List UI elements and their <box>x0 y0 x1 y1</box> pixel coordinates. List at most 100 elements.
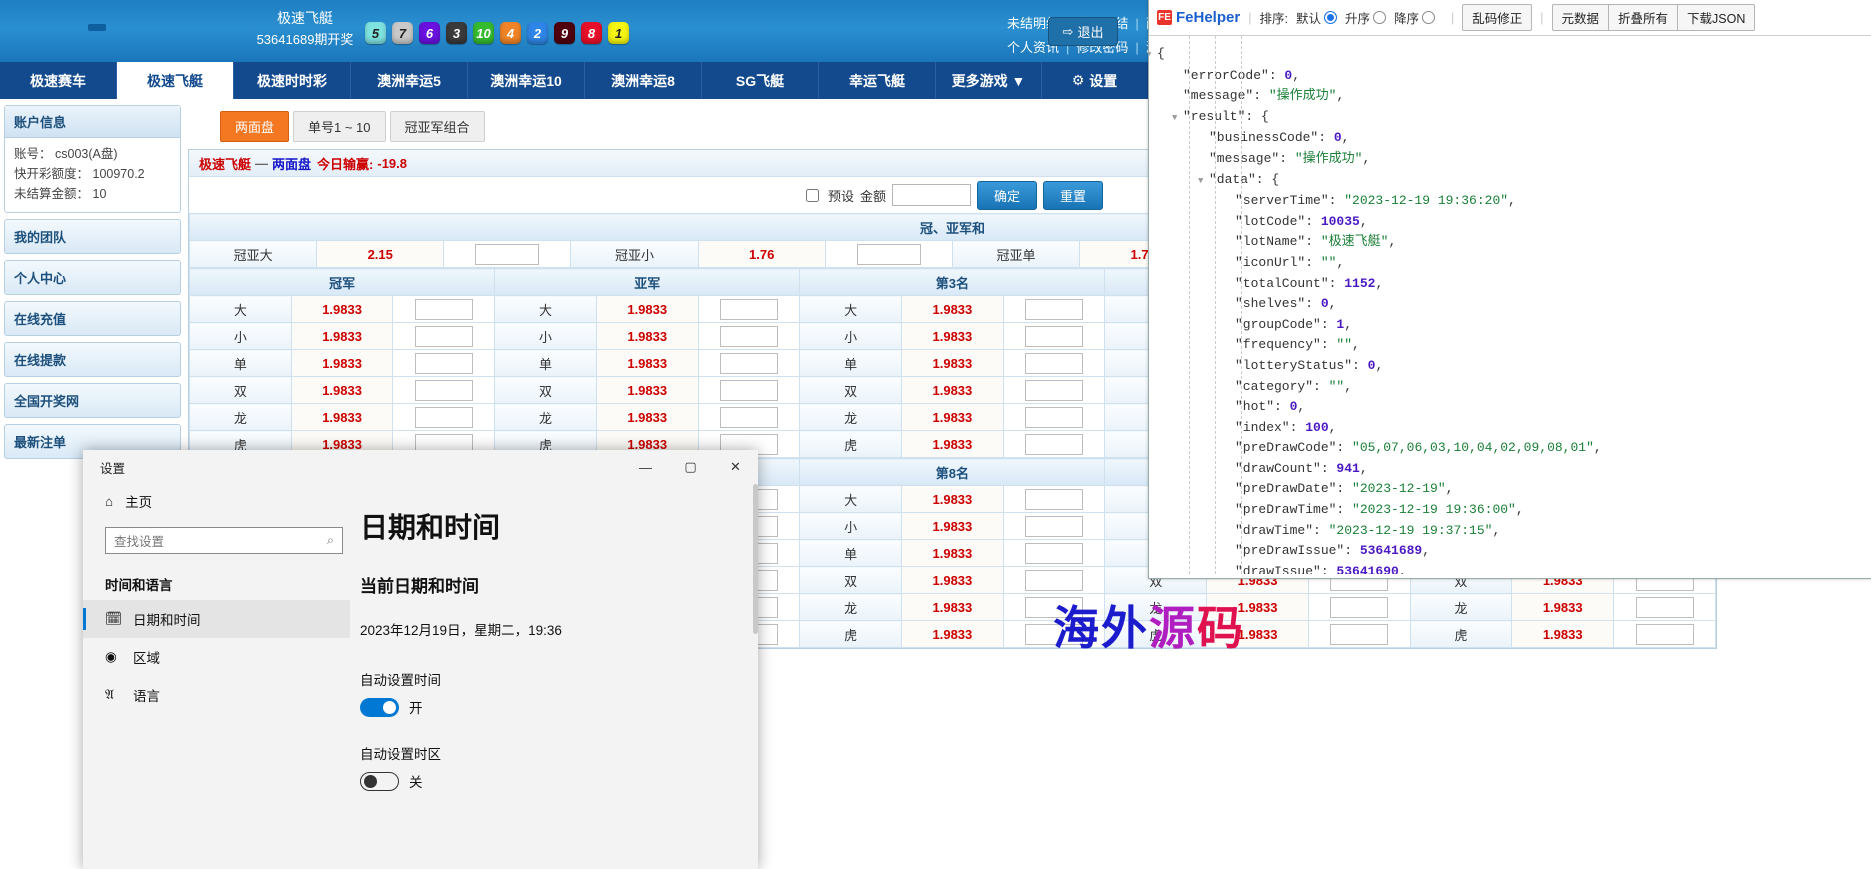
bet-input[interactable] <box>1025 542 1084 564</box>
bet-odds-亚军-小[interactable]: 1.9833 <box>595 322 699 350</box>
bet-input[interactable] <box>1330 596 1389 618</box>
sidebar-item-在线提款[interactable]: 在线提款 <box>4 342 181 377</box>
bet-input-cell-第3名-虎[interactable] <box>1002 430 1106 458</box>
bet-odds-第10名-龙[interactable]: 1.9833 <box>1511 593 1615 621</box>
bet-odds-亚军-龙[interactable]: 1.9833 <box>595 403 699 431</box>
json-collapse-toggle-icon[interactable]: ▼ <box>1149 45 1157 66</box>
bet-odds-冠军-双[interactable]: 1.9833 <box>290 376 394 404</box>
bet-input-cell-亚军-单[interactable] <box>697 349 801 377</box>
bet-odds-亚军-大[interactable]: 1.9833 <box>595 295 699 323</box>
fix-encoding-button[interactable]: 乱码修正 <box>1462 4 1533 31</box>
bet-input[interactable] <box>414 352 473 374</box>
bet-input-cell-亚军-龙[interactable] <box>697 403 801 431</box>
bet-input[interactable] <box>1025 488 1084 510</box>
bet-odds-第8名-单[interactable]: 1.9833 <box>901 539 1004 567</box>
bet-input[interactable] <box>1025 406 1084 428</box>
bet-input[interactable] <box>1025 433 1084 455</box>
amount-input[interactable] <box>892 184 971 206</box>
bet-tab-单号1 ~ 10[interactable]: 单号1 ~ 10 <box>293 111 386 142</box>
bet-input[interactable] <box>1635 623 1694 645</box>
bet-input[interactable] <box>414 298 473 320</box>
json-viewer[interactable]: ▼{"errorCode": 0,"message": "操作成功",▼"res… <box>1149 36 1871 574</box>
bet-input[interactable] <box>719 379 778 401</box>
nav-item-澳洲幸运8[interactable]: 澳洲幸运8 <box>585 62 702 99</box>
close-icon[interactable]: ✕ <box>713 450 758 484</box>
bet-odds-第3名-虎[interactable]: 1.9833 <box>901 430 1004 458</box>
nav-item-极速飞艇[interactable]: 极速飞艇 <box>117 62 234 99</box>
confirm-button[interactable]: 确定 <box>977 180 1038 210</box>
bet-input[interactable] <box>1025 379 1084 401</box>
auto-zone-toggle[interactable] <box>360 771 399 791</box>
bet-input-cell-冠军-双[interactable] <box>392 376 496 404</box>
bet-input-cell-第8名-小[interactable] <box>1002 512 1106 540</box>
radio-icon[interactable] <box>1323 11 1337 24</box>
bet-input-cell-冠军-龙[interactable] <box>392 403 496 431</box>
bet-input-cell-亚军-大[interactable] <box>697 295 801 323</box>
bet-odds-第3名-单[interactable]: 1.9833 <box>901 349 1004 377</box>
bet-input[interactable] <box>1330 623 1389 645</box>
settings-nav-item-区域[interactable]: ◉ 区域 <box>83 638 350 676</box>
nav-item-极速时时彩[interactable]: 极速时时彩 <box>234 62 351 99</box>
bet-tab-两面盘[interactable]: 两面盘 <box>220 111 290 142</box>
nav-item-澳洲幸运5[interactable]: 澳洲幸运5 <box>351 62 468 99</box>
bet-odds-第8名-龙[interactable]: 1.9833 <box>901 593 1004 621</box>
logout-button[interactable]: ⇨ 退出 <box>1048 17 1118 46</box>
bet-input[interactable] <box>1025 515 1084 537</box>
bet-odds-冠军-龙[interactable]: 1.9833 <box>290 403 394 431</box>
sort-option-默认[interactable]: 默认 <box>1296 11 1337 26</box>
bet-odds-第3名-龙[interactable]: 1.9833 <box>901 403 1004 431</box>
bet-input-cell-亚军-小[interactable] <box>697 322 801 350</box>
bet-odds-第10名-虎[interactable]: 1.9833 <box>1511 620 1615 648</box>
nav-item-极速赛车[interactable]: 极速赛车 <box>0 62 117 99</box>
bet-input[interactable] <box>414 406 473 428</box>
fehelper-button-折叠所有[interactable]: 折叠所有 <box>1608 4 1678 31</box>
sum-bet-input[interactable] <box>475 243 540 265</box>
bet-input-cell-第9名-龙[interactable] <box>1307 593 1411 621</box>
bet-odds-第8名-双[interactable]: 1.9833 <box>901 566 1004 594</box>
bet-odds-冠军-大[interactable]: 1.9833 <box>290 295 394 323</box>
settings-nav-item-日期和时间[interactable]: 🗓 日期和时间 <box>83 600 350 638</box>
settings-nav-item-语言[interactable]: 𝔄 语言 <box>83 676 350 714</box>
bet-odds-第8名-虎[interactable]: 1.9833 <box>901 620 1004 648</box>
bet-input-cell-第10名-虎[interactable] <box>1613 620 1716 648</box>
bet-odds-冠军-小[interactable]: 1.9833 <box>290 322 394 350</box>
nav-item-more-games[interactable]: 更多游戏 ▼ <box>936 62 1042 99</box>
bet-input[interactable] <box>1635 596 1694 618</box>
auto-time-toggle[interactable] <box>360 697 399 717</box>
sort-option-降序[interactable]: 降序 <box>1394 11 1435 26</box>
bet-input-cell-第10名-龙[interactable] <box>1613 593 1716 621</box>
bet-tab-冠亚军组合[interactable]: 冠亚军组合 <box>389 111 485 142</box>
nav-item-SG飞艇[interactable]: SG飞艇 <box>702 62 819 99</box>
bet-input[interactable] <box>414 325 473 347</box>
sort-option-升序[interactable]: 升序 <box>1345 11 1386 26</box>
sidebar-item-我的团队[interactable]: 我的团队 <box>4 219 181 254</box>
radio-icon[interactable] <box>1421 11 1435 24</box>
sum-input-cell-冠亚大[interactable] <box>443 240 572 268</box>
bet-input-cell-冠军-小[interactable] <box>392 322 496 350</box>
bet-input-cell-第9名-虎[interactable] <box>1307 620 1411 648</box>
bet-input[interactable] <box>1025 298 1084 320</box>
json-collapse-toggle-icon[interactable]: ▼ <box>1198 171 1209 192</box>
settings-home-item[interactable]: ⌂ 主页 <box>83 484 350 518</box>
bet-input[interactable] <box>719 352 778 374</box>
bet-input-cell-第3名-大[interactable] <box>1002 295 1106 323</box>
sum-bet-input[interactable] <box>856 243 921 265</box>
bet-odds-第3名-大[interactable]: 1.9833 <box>901 295 1004 323</box>
nav-item-幸运飞艇[interactable]: 幸运飞艇 <box>819 62 936 99</box>
bet-input[interactable] <box>1025 325 1084 347</box>
bet-input-cell-第8名-双[interactable] <box>1002 566 1106 594</box>
bet-odds-亚军-单[interactable]: 1.9833 <box>595 349 699 377</box>
maximize-icon[interactable]: ▢ <box>668 450 713 484</box>
sidebar-item-在线充值[interactable]: 在线充值 <box>4 301 181 336</box>
bet-odds-冠军-单[interactable]: 1.9833 <box>290 349 394 377</box>
bet-input[interactable] <box>719 325 778 347</box>
bet-input-cell-第3名-双[interactable] <box>1002 376 1106 404</box>
radio-icon[interactable] <box>1372 11 1386 24</box>
bet-input[interactable] <box>719 298 778 320</box>
bet-odds-第3名-小[interactable]: 1.9833 <box>901 322 1004 350</box>
bet-odds-第3名-双[interactable]: 1.9833 <box>901 376 1004 404</box>
sidebar-item-全国开奖网[interactable]: 全国开奖网 <box>4 383 181 418</box>
bet-odds-第8名-大[interactable]: 1.9833 <box>901 485 1004 513</box>
minimize-icon[interactable]: — <box>623 450 668 484</box>
bet-input-cell-冠军-大[interactable] <box>392 295 496 323</box>
